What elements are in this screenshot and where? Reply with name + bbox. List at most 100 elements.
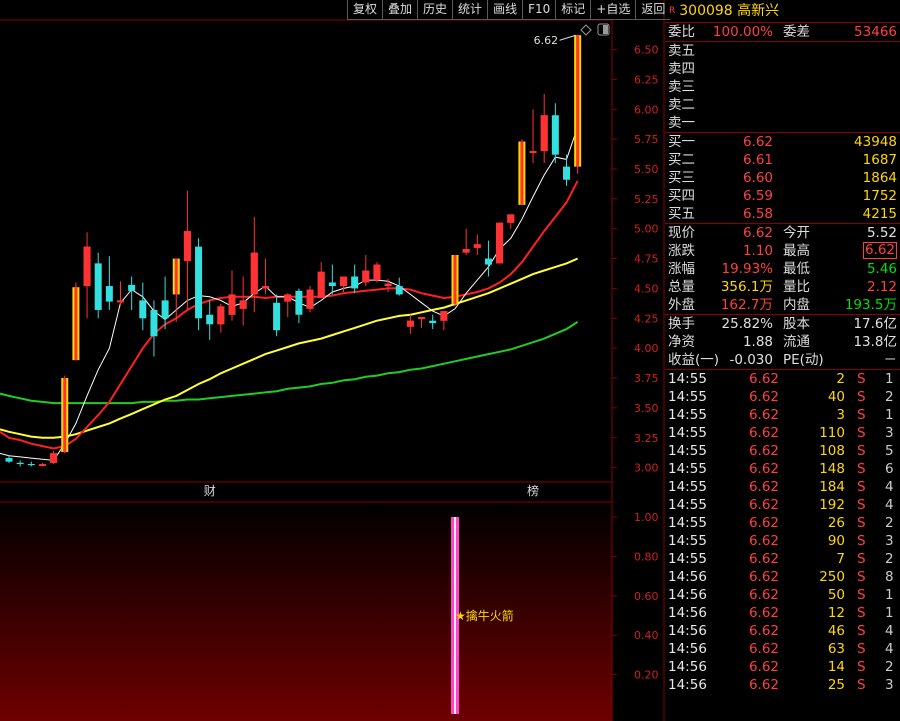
tick-row: 14:55 6.62 2 S 1 [665,370,900,388]
toolbar-button-4[interactable]: 画线 [487,0,523,20]
tick-volume: 26 [827,515,845,531]
stats1-label: 涨幅 [668,261,695,277]
tick-volume: 46 [827,623,845,639]
view-mode-icons[interactable] [580,23,610,36]
candle-body-fill [473,244,481,248]
stats1-value2: 5.46 [866,261,897,277]
toolbar-button-7[interactable]: +自选 [590,0,636,20]
candle [295,288,303,324]
candle-body-fill [306,289,314,309]
candle [306,286,314,313]
tick-count: 5 [885,443,894,459]
sell-row: 卖二 [665,96,900,114]
candle [362,255,370,287]
tick-volume: 110 [819,425,845,441]
price-tick-label: 3.50 [634,402,659,415]
price-tick-label: 4.00 [634,342,659,355]
tick-count: 4 [885,479,894,495]
candle-body [94,263,102,310]
candle-body [27,464,35,466]
tick-count: 1 [885,407,894,423]
tick-side: S [857,461,866,477]
candle-body-fill [440,311,448,321]
tick-price: 6.62 [748,659,779,675]
candle [195,238,203,331]
tick-time: 14:55 [668,389,707,405]
candle [161,276,169,330]
toolbar-button-2[interactable]: 历史 [417,0,453,20]
stock-title[interactable]: R 300098 高新兴 [665,0,900,22]
toolbar-button-6[interactable]: 标记 [555,0,591,20]
candle [574,35,582,174]
candle-body-fill [38,464,46,466]
candle [395,277,403,296]
tick-time: 14:56 [668,623,707,639]
diamond-icon[interactable] [580,24,592,36]
toolbar-button-3[interactable]: 统计 [452,0,488,20]
candle-body [16,462,24,465]
candle-body [150,309,158,337]
candle-body [328,282,336,287]
indicator-tick-label: 1.00 [634,511,659,524]
tick-side: S [857,569,866,585]
candle [507,214,515,229]
stats1-label2: 今开 [783,225,810,241]
tick-price: 6.62 [748,371,779,387]
stats1-row: 总量 356.1万 量比 2.12 [665,278,900,296]
buy-orderbook: 买一 6.62 43948 买二 6.61 1687 买三 6.60 1864 买四 6.59 175… [665,132,900,223]
candle [406,314,414,334]
toolbar-button-0[interactable]: 复权 [347,0,383,20]
candle-body [139,300,147,319]
sell-label: 卖五 [668,43,695,59]
tick-side: S [857,533,866,549]
candle-body [295,290,303,315]
candle [484,240,492,277]
tick-side: S [857,425,866,441]
weibi-value: 100.00% [712,24,773,40]
tick-volume: 50 [827,587,845,603]
candle-body-fill [228,294,236,315]
toolbar-button-5[interactable]: F10 [522,0,556,20]
buy-label: 买四 [668,188,695,204]
tick-count: 3 [885,533,894,549]
tick-side: S [857,389,866,405]
stats2-value2: 17.6亿 [853,316,897,332]
candle [72,282,80,361]
buy-label: 买二 [668,152,695,168]
price-tick-label: 5.00 [634,223,659,236]
candle-body [551,115,559,155]
candle-body-fill [117,300,124,302]
buy-volume: 1864 [862,170,897,186]
stats2-value2: － [883,352,898,368]
tick-price: 6.62 [748,533,779,549]
candle [496,222,504,264]
event-marker[interactable]: 财 [204,484,216,498]
weicha-label: 委差 [783,24,810,40]
toolbar-button-1[interactable]: 叠加 [382,0,418,20]
stats2-label2: 股本 [783,316,810,332]
price-tick-label: 6.25 [634,73,659,86]
weibi-row: 委比 100.00% 委差 53466 [665,22,900,41]
sell-label: 卖二 [668,97,695,113]
candle [540,93,548,164]
tick-count: 2 [885,659,894,675]
candle-body-fill [50,453,58,463]
candle-body-core [453,255,457,304]
tick-time: 14:56 [668,587,707,603]
tick-price: 6.62 [748,407,779,423]
tick-list: 14:55 6.62 2 S 1 14:55 6.62 40 S 2 14:55 6.62 3 S 1 14:… [665,369,900,694]
tick-price: 6.62 [748,461,779,477]
candle [139,282,147,331]
tick-row: 14:56 6.62 12 S 1 [665,604,900,622]
indicator-panel-bg [0,502,612,721]
tick-row: 14:56 6.62 14 S 2 [665,658,900,676]
indicator-tick-label: 0.20 [634,669,659,682]
tick-price: 6.62 [748,515,779,531]
candle-body-core [63,378,67,453]
tick-row: 14:56 6.62 46 S 4 [665,622,900,640]
tick-volume: 192 [819,497,845,513]
candle [206,300,214,340]
event-marker[interactable]: 榜 [527,483,539,498]
tick-row: 14:56 6.62 25 S 3 [665,676,900,694]
price-tick-label: 4.75 [634,253,659,266]
